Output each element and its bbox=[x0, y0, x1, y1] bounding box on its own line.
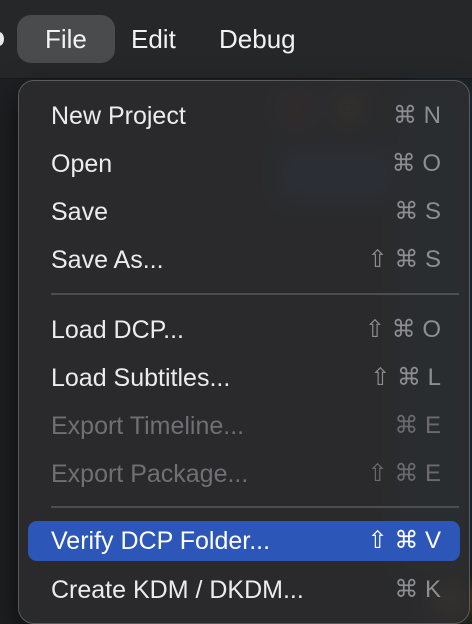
shortcut-label: ⇧ ⌘ E bbox=[367, 460, 441, 487]
shortcut-label: ⌘ K bbox=[394, 576, 441, 603]
menu-item-load-subtitles[interactable]: Load Subtitles... ⇧ ⌘ L bbox=[28, 358, 460, 398]
menu-item-label: New Project bbox=[51, 102, 186, 130]
shortcut-label: ⌘ O bbox=[391, 150, 441, 177]
shortcut-label: ⇧ ⌘ V bbox=[367, 527, 441, 554]
menu-item-save-as[interactable]: Save As... ⇧ ⌘ S bbox=[28, 240, 460, 280]
menu-item-label: Open bbox=[51, 150, 113, 178]
menu-item-label: Verify DCP Folder... bbox=[51, 527, 271, 555]
menu-item-open[interactable]: Open ⌘ O bbox=[28, 144, 460, 184]
shortcut-label: ⇧ ⌘ S bbox=[367, 246, 441, 273]
menu-item-label: Export Package... bbox=[51, 460, 249, 488]
menu-item-label: Save bbox=[51, 198, 108, 226]
menu-item-label: Load DCP... bbox=[51, 316, 184, 344]
menu-item-label: Load Subtitles... bbox=[51, 364, 231, 392]
menu-edit[interactable]: Edit bbox=[103, 15, 204, 63]
menu-item-create-kdm[interactable]: Create KDM / DKDM... ⌘ K bbox=[28, 570, 460, 610]
shortcut-label: ⇧ ⌘ O bbox=[364, 316, 441, 343]
menu-debug[interactable]: Debug bbox=[191, 15, 324, 63]
menu-item-save[interactable]: Save ⌘ S bbox=[28, 192, 460, 232]
shortcut-label: ⌘ N bbox=[393, 102, 441, 129]
shortcut-label: ⌘ S bbox=[394, 198, 441, 225]
menu-item-label: Create KDM / DKDM... bbox=[51, 576, 304, 604]
menu-item-label: Export Timeline... bbox=[51, 412, 245, 440]
shortcut-label: ⇧ ⌘ L bbox=[370, 364, 441, 391]
app-menu-edge[interactable] bbox=[0, 32, 4, 46]
menu-item-verify-dcp-folder[interactable]: Verify DCP Folder... ⇧ ⌘ V bbox=[28, 521, 460, 561]
shortcut-label: ⌘ E bbox=[394, 412, 441, 439]
menu-item-export-timeline: Export Timeline... ⌘ E bbox=[28, 406, 460, 446]
file-menu-dropdown: New Project ⌘ N Open ⌘ O Save ⌘ S Save A… bbox=[18, 80, 470, 624]
menu-item-export-package: Export Package... ⇧ ⌘ E bbox=[28, 454, 460, 494]
menu-bar: File Edit Debug bbox=[0, 0, 472, 79]
menu-item-load-dcp[interactable]: Load DCP... ⇧ ⌘ O bbox=[28, 310, 460, 350]
menu-file[interactable]: File bbox=[17, 15, 115, 63]
menu-item-label: Save As... bbox=[51, 246, 164, 274]
menu-item-new-project[interactable]: New Project ⌘ N bbox=[28, 96, 460, 136]
menu-separator bbox=[51, 506, 459, 508]
menu-separator bbox=[51, 293, 459, 295]
